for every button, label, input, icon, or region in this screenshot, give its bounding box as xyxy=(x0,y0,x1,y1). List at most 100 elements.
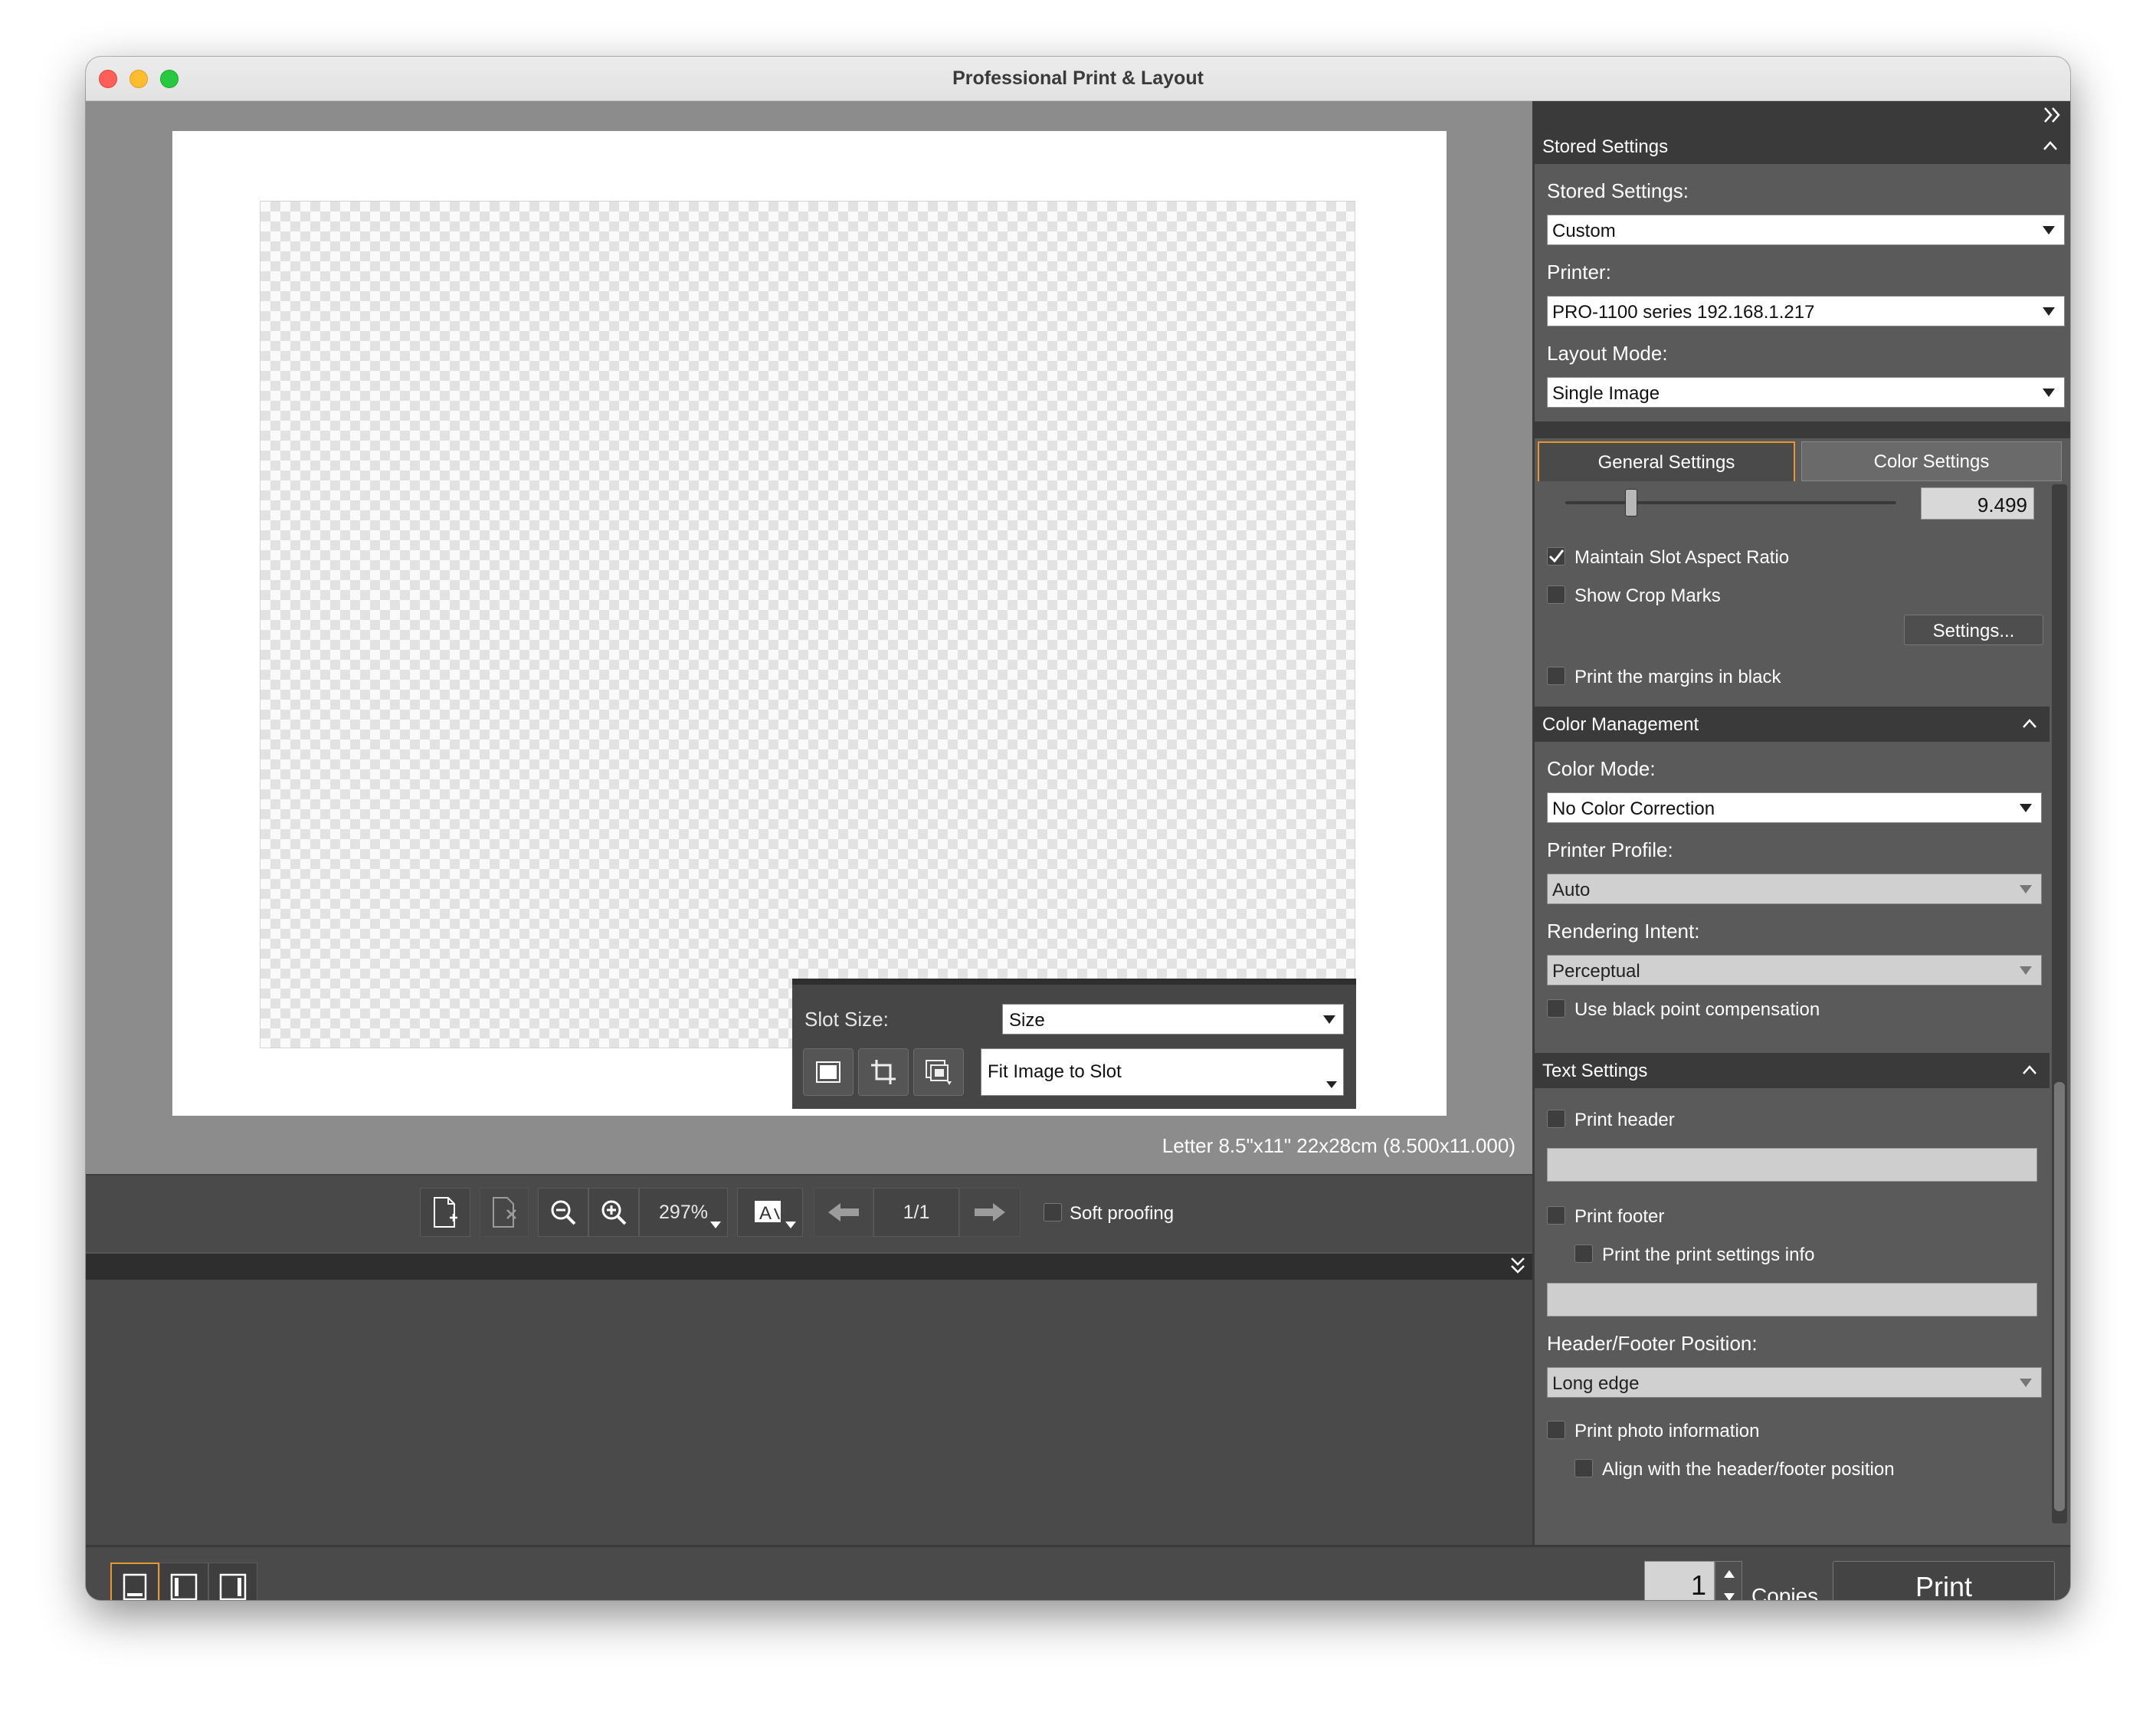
copies-field[interactable]: 1 xyxy=(1644,1561,1715,1600)
align-position-label: Align with the header/footer position xyxy=(1602,1459,1895,1480)
chevron-up-icon xyxy=(2043,141,2057,150)
stored-settings-header[interactable]: Stored Settings xyxy=(1535,129,2070,164)
layout-mode-select[interactable]: Single Image xyxy=(1547,377,2065,408)
text-box-icon: A xyxy=(755,1201,781,1224)
zoom-level-value: 297% xyxy=(659,1201,708,1223)
previous-page-button[interactable] xyxy=(814,1188,873,1237)
scale-slider-track[interactable] xyxy=(1565,501,1896,504)
color-management-title: Color Management xyxy=(1542,714,1699,735)
dropdown-arrow-icon xyxy=(2043,389,2055,397)
sidebar-scrollbar-thumb[interactable] xyxy=(2054,1082,2065,1511)
rendering-intent-value: Perceptual xyxy=(1552,961,1640,982)
print-footer-checkbox[interactable] xyxy=(1547,1206,1565,1225)
layout-mode-label: Layout Mode: xyxy=(1547,342,1668,365)
soft-proofing-checkbox[interactable] xyxy=(1044,1203,1062,1221)
preview-toolbar: 297% A 1/1 Soft proofing xyxy=(86,1174,1532,1252)
header-footer-position-label: Header/Footer Position: xyxy=(1547,1332,1758,1355)
app-window: Professional Print & Layout Slot Size: S… xyxy=(86,57,2070,1600)
printer-select[interactable]: PRO-1100 series 192.168.1.217 xyxy=(1547,296,2065,326)
scale-slider-thumb[interactable] xyxy=(1625,489,1638,516)
slot-size-select[interactable]: Size xyxy=(1002,1004,1344,1035)
slot-panel: Slot Size: Size Fit Image to Slot xyxy=(792,979,1356,1109)
layout-view-left-button[interactable] xyxy=(159,1563,208,1600)
arrow-down-icon[interactable] xyxy=(1722,1589,1737,1600)
delete-page-button[interactable] xyxy=(480,1188,529,1237)
fill-slot-button[interactable] xyxy=(803,1048,854,1096)
text-settings-header[interactable]: Text Settings xyxy=(1535,1053,2050,1088)
rendering-intent-label: Rendering Intent: xyxy=(1547,920,1700,943)
next-page-button[interactable] xyxy=(959,1188,1021,1237)
dropdown-arrow-icon xyxy=(2020,885,2032,894)
color-mode-label: Color Mode: xyxy=(1547,757,1656,780)
print-footer-label: Print footer xyxy=(1574,1206,1665,1227)
layout-mode-value: Single Image xyxy=(1552,383,1660,404)
print-button[interactable]: Print xyxy=(1833,1561,2055,1600)
black-point-label: Use black point compensation xyxy=(1574,999,1820,1020)
svg-text:A: A xyxy=(759,1203,772,1224)
header-text-field[interactable] xyxy=(1547,1148,2037,1182)
sidebar-top-bar xyxy=(1535,101,2070,129)
crop-settings-button[interactable]: Settings... xyxy=(1904,615,2043,645)
print-header-checkbox[interactable] xyxy=(1547,1110,1565,1128)
printer-profile-select[interactable]: Auto xyxy=(1547,874,2042,904)
dropdown-arrow-icon xyxy=(2043,307,2055,316)
add-page-button[interactable] xyxy=(420,1188,470,1237)
tab-color-settings-label: Color Settings xyxy=(1873,451,1990,472)
printer-profile-label: Printer Profile: xyxy=(1547,838,1673,861)
align-position-checkbox[interactable] xyxy=(1574,1459,1593,1477)
maintain-aspect-label: Maintain Slot Aspect Ratio xyxy=(1574,547,1790,568)
fit-mode-value: Fit Image to Slot xyxy=(988,1061,1122,1082)
image-slot[interactable] xyxy=(260,201,1355,1048)
dropdown-arrow-icon xyxy=(1326,1081,1337,1088)
slot-size-value: Size xyxy=(1009,1010,1045,1031)
panel-divider xyxy=(86,1252,1532,1280)
bottom-bar: 1 Copies Print xyxy=(86,1545,2070,1600)
print-settings-info-label: Print the print settings info xyxy=(1602,1244,1815,1265)
tab-general-settings[interactable]: General Settings xyxy=(1538,441,1795,481)
scale-value-field[interactable]: 9.499 xyxy=(1921,487,2034,520)
paper-size-label: Letter 8.5"x11" 22x28cm (8.500x11.000) xyxy=(1162,1134,1515,1157)
stored-settings-title: Stored Settings xyxy=(1542,136,1669,157)
double-chevron-down-icon[interactable] xyxy=(1508,1255,1528,1278)
footer-text-field[interactable] xyxy=(1547,1283,2037,1317)
header-footer-position-select[interactable]: Long edge xyxy=(1547,1367,2042,1398)
panel-right-icon xyxy=(219,1573,247,1600)
rendering-intent-select[interactable]: Perceptual xyxy=(1547,955,2042,985)
crop-marks-label: Show Crop Marks xyxy=(1574,585,1721,606)
color-mode-select[interactable]: No Color Correction xyxy=(1547,792,2042,823)
fit-mode-select[interactable]: Fit Image to Slot xyxy=(981,1048,1344,1096)
copies-value: 1 xyxy=(1690,1569,1706,1600)
crop-marks-checkbox[interactable] xyxy=(1547,585,1565,604)
layout-view-bottom-button[interactable] xyxy=(110,1563,159,1600)
page-indicator-text: 1/1 xyxy=(903,1201,930,1223)
black-point-checkbox[interactable] xyxy=(1547,999,1565,1018)
thumbnail-area xyxy=(86,1280,1532,1545)
print-settings-info-checkbox[interactable] xyxy=(1574,1244,1593,1263)
stored-settings-select[interactable]: Custom xyxy=(1547,215,2065,245)
double-chevron-right-icon[interactable] xyxy=(2041,104,2064,126)
arrow-up-icon[interactable] xyxy=(1722,1566,1737,1582)
printer-label: Printer: xyxy=(1547,261,1611,284)
dropdown-arrow-icon xyxy=(2043,226,2055,234)
arrange-button[interactable] xyxy=(913,1048,964,1096)
title-bar: Professional Print & Layout xyxy=(86,57,2070,101)
zoom-in-button[interactable] xyxy=(588,1188,639,1237)
zoom-out-button[interactable] xyxy=(538,1188,588,1237)
printer-value: PRO-1100 series 192.168.1.217 xyxy=(1552,302,1815,323)
tab-color-settings[interactable]: Color Settings xyxy=(1801,441,2062,481)
printer-profile-value: Auto xyxy=(1552,880,1591,900)
layout-view-right-button[interactable] xyxy=(208,1563,257,1600)
margins-black-checkbox[interactable] xyxy=(1547,667,1565,685)
layout-arrange-icon xyxy=(926,1060,952,1085)
stored-settings-label: Stored Settings: xyxy=(1547,179,1689,202)
crop-button[interactable] xyxy=(858,1048,909,1096)
maintain-aspect-checkbox[interactable] xyxy=(1547,547,1565,566)
sidebar-scrollbar[interactable] xyxy=(2052,484,2067,1523)
photo-info-checkbox[interactable] xyxy=(1547,1421,1565,1439)
zoom-level-select[interactable]: 297% xyxy=(639,1188,728,1237)
checkmark-icon xyxy=(1548,549,1565,563)
copies-stepper[interactable] xyxy=(1715,1561,1742,1600)
color-management-header[interactable]: Color Management xyxy=(1535,707,2050,742)
stored-settings-value: Custom xyxy=(1552,221,1616,241)
text-overlay-button[interactable]: A xyxy=(737,1188,803,1237)
